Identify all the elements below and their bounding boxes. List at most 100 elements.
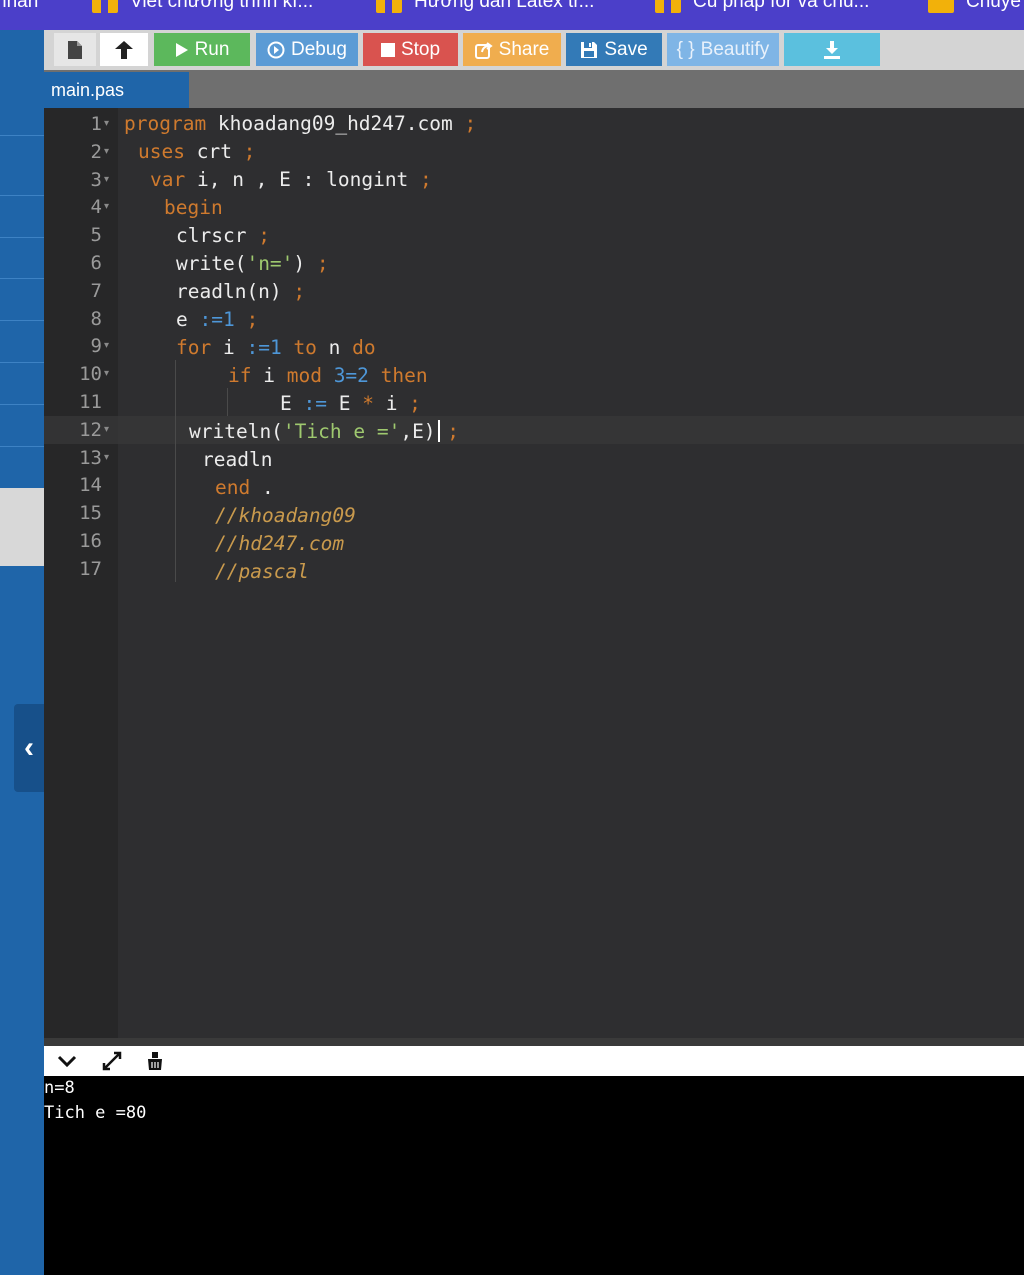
- line-number: 2: [90, 140, 102, 163]
- bookmark-item[interactable]: Viết chương trình kí...: [92, 0, 313, 13]
- fold-toggle-icon[interactable]: ▾: [104, 444, 109, 472]
- line-number: 8: [90, 307, 102, 330]
- bookmark-item[interactable]: Hướng dẫn Latex tr...: [376, 0, 594, 13]
- statement: clrscr: [176, 224, 259, 247]
- fold-toggle-icon[interactable]: ▾: [104, 110, 109, 138]
- run-button[interactable]: Run: [154, 33, 250, 66]
- operator: *: [362, 392, 386, 415]
- tab-main-pas[interactable]: main.pas: [44, 72, 189, 108]
- fold-toggle-icon[interactable]: ▾: [104, 138, 109, 166]
- var-list: i, n , E : longint: [185, 168, 421, 191]
- line-number: 11: [79, 391, 102, 413]
- console-resize-handle[interactable]: [44, 1038, 1024, 1046]
- program-name: khoadang09_hd247.com: [206, 112, 465, 135]
- share-button[interactable]: Share: [463, 33, 561, 66]
- code-line: readln(n) ;: [176, 278, 305, 306]
- assignment: :=: [303, 392, 339, 415]
- semicolon: ;: [246, 308, 259, 331]
- clear-console-icon[interactable]: [143, 1050, 167, 1072]
- args: ,E): [400, 420, 448, 443]
- bookmark-label: nhân: [0, 0, 39, 12]
- beautify-label: Beautify: [700, 38, 770, 60]
- number: 3=2: [321, 364, 381, 387]
- collapse-sidebar-button[interactable]: ‹: [14, 704, 44, 792]
- bookmarks-bar: nhân Viết chương trình kí... Hướng dẫn L…: [0, 0, 1024, 30]
- line-number: 12: [79, 418, 102, 441]
- keyword: then: [380, 364, 428, 387]
- file-tab-bar: main.pas: [44, 70, 1024, 108]
- variable: i: [251, 364, 287, 387]
- text-cursor: [438, 420, 440, 442]
- run-label: Run: [194, 38, 230, 60]
- keyword: do: [352, 336, 376, 359]
- debug-label: Debug: [291, 38, 347, 60]
- console-line: n=8: [44, 1078, 75, 1098]
- save-button[interactable]: Save: [566, 33, 662, 66]
- expand-icon[interactable]: [100, 1050, 124, 1072]
- upload-icon: [115, 40, 133, 59]
- code-line: uses crt ;: [138, 138, 255, 166]
- line-number: 6: [90, 252, 102, 274]
- console-output[interactable]: n=8 Tich e =80: [44, 1076, 1024, 1275]
- sidebar-divider: [0, 446, 44, 447]
- braces-icon: { }: [676, 38, 695, 60]
- fold-toggle-icon[interactable]: ▾: [104, 416, 109, 444]
- code-comment: //pascal: [215, 560, 309, 583]
- debug-button[interactable]: Debug: [256, 33, 358, 66]
- bookmark-item[interactable]: Cú pháp for và chu...: [655, 0, 869, 13]
- stop-button[interactable]: Stop: [363, 33, 458, 66]
- assignment: :=1: [199, 308, 247, 331]
- keyword: mod: [286, 364, 322, 387]
- line-number: 16: [79, 530, 102, 552]
- code-line: if i mod 3=2 then: [228, 362, 428, 390]
- function-call: writeln(: [189, 420, 283, 443]
- chevron-left-icon: ‹: [24, 731, 34, 764]
- string-literal: 'Tich e =': [282, 420, 401, 443]
- line-number: 17: [79, 557, 102, 580]
- code-line: write('n=') ;: [176, 250, 329, 278]
- fold-toggle-icon[interactable]: ▾: [104, 166, 109, 194]
- line-number: 3: [90, 168, 102, 191]
- variable: i: [211, 336, 247, 359]
- fold-toggle-icon[interactable]: ▾: [104, 332, 109, 360]
- code-editor[interactable]: 1 ▾ 2 ▾ 3 ▾ 4 ▾ 5 6 7 8 9 ▾ 10 ▾ 11 12 ▾ 13 ▾ 14 15 16 17 progra…: [44, 108, 1024, 1038]
- line-number: 13: [79, 446, 102, 469]
- variable: e: [176, 308, 200, 331]
- file-icon: [68, 40, 82, 59]
- sidebar-divider: [0, 362, 44, 363]
- stop-label: Stop: [400, 38, 441, 60]
- sidebar-divider: [0, 278, 44, 279]
- statement: readln: [202, 448, 273, 471]
- code-comment: //khoadang09: [215, 504, 356, 527]
- line-number: 5: [90, 224, 102, 247]
- beautify-button[interactable]: { } Beautify: [667, 33, 779, 66]
- bookmark-label: Hướng dẫn Latex tr...: [414, 0, 595, 12]
- keyword: var: [150, 168, 186, 191]
- sidebar-divider: [0, 237, 44, 238]
- variable: E: [338, 392, 363, 415]
- line-number: 15: [79, 502, 102, 525]
- new-file-button[interactable]: [54, 33, 96, 66]
- code-line: E := E * i ;: [280, 390, 421, 418]
- keyword: uses: [138, 140, 185, 163]
- paren: ): [293, 252, 317, 275]
- chevron-down-icon[interactable]: [55, 1050, 79, 1072]
- hd247-icon: [92, 0, 118, 13]
- sidebar-divider: [0, 195, 44, 196]
- fold-toggle-icon[interactable]: ▾: [104, 193, 109, 221]
- semicolon: ;: [447, 420, 460, 443]
- upload-button[interactable]: [100, 33, 148, 66]
- download-button[interactable]: [784, 33, 880, 66]
- line-number: 4: [90, 196, 102, 219]
- line-number: 7: [90, 279, 102, 302]
- sidebar-divider: [0, 320, 44, 321]
- variable: i: [385, 392, 410, 415]
- sidebar-divider: [0, 135, 44, 136]
- keyword: program: [124, 112, 207, 135]
- fold-toggle-icon[interactable]: ▾: [104, 360, 109, 388]
- code-line: for i :=1 to n do: [176, 334, 376, 362]
- sidebar-panel: [0, 488, 44, 566]
- bookmark-item[interactable]: Chuyê: [928, 0, 1021, 13]
- bookmark-item[interactable]: nhân: [0, 0, 38, 13]
- download-icon: [824, 40, 840, 59]
